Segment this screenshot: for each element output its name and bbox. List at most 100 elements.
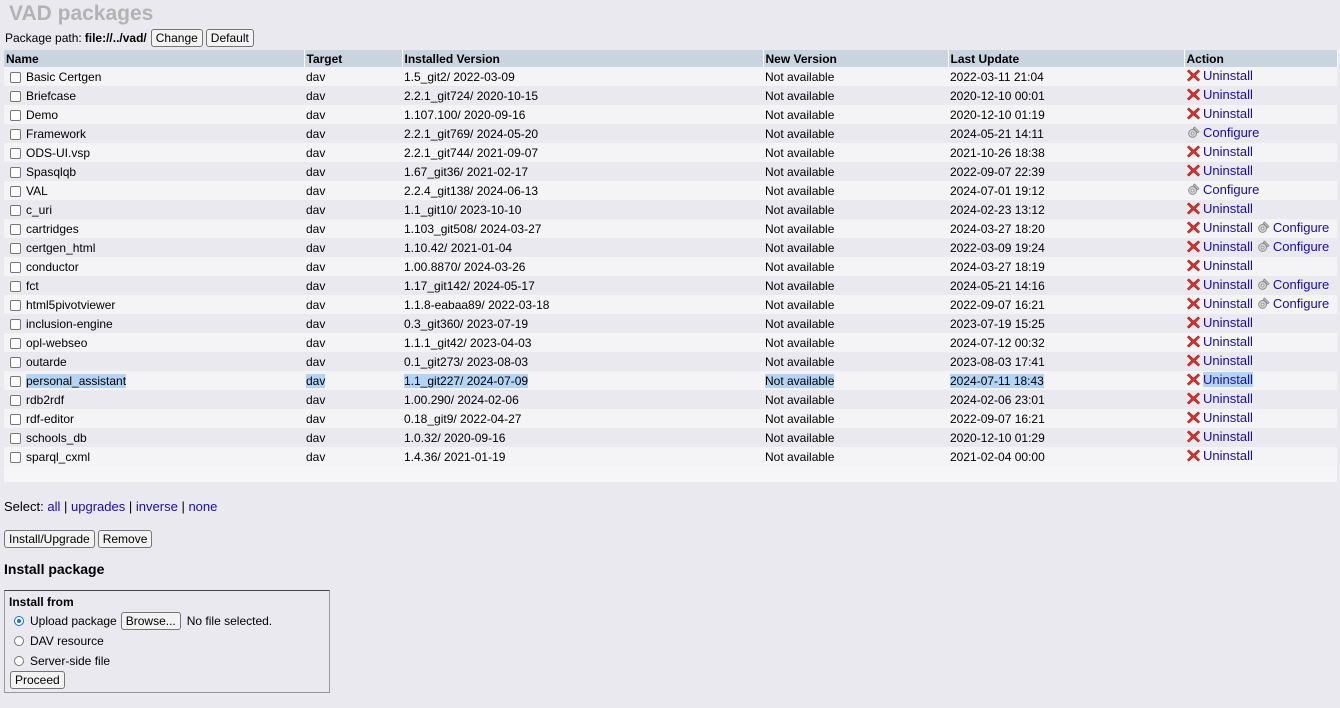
red-x-icon[interactable] <box>1186 144 1201 159</box>
dav-resource-option[interactable]: DAV resource <box>9 631 325 651</box>
dav-resource-radio[interactable] <box>14 636 24 646</box>
change-path-button[interactable]: Change <box>150 29 203 47</box>
uninstall-link[interactable]: Uninstall <box>1203 410 1253 425</box>
red-x-icon[interactable] <box>1186 87 1201 102</box>
uninstall-link[interactable]: Uninstall <box>1203 448 1253 463</box>
row-checkbox[interactable] <box>10 356 21 368</box>
gear-icon[interactable] <box>1186 182 1201 197</box>
row-checkbox[interactable] <box>10 413 21 425</box>
default-path-button[interactable]: Default <box>205 29 254 47</box>
uninstall-link[interactable]: Uninstall <box>1203 220 1253 235</box>
red-x-icon[interactable] <box>1186 353 1201 368</box>
row-checkbox[interactable] <box>10 166 21 178</box>
red-x-icon[interactable] <box>1186 68 1201 83</box>
gear-icon[interactable] <box>1256 296 1271 311</box>
server-side-file-option[interactable]: Server-side file <box>9 651 325 671</box>
red-x-icon[interactable] <box>1186 315 1201 330</box>
row-checkbox[interactable] <box>10 432 21 444</box>
last-update-cell: 2024-07-12 00:32 <box>948 333 1184 352</box>
configure-link[interactable]: Configure <box>1273 296 1329 311</box>
gear-icon[interactable] <box>1256 239 1271 254</box>
uninstall-link[interactable]: Uninstall <box>1203 106 1253 121</box>
configure-link[interactable]: Configure <box>1273 277 1329 292</box>
upload-package-radio[interactable] <box>14 616 24 626</box>
row-checkbox[interactable] <box>10 204 21 216</box>
row-checkbox[interactable] <box>10 280 21 292</box>
upload-package-option[interactable]: Upload package Browse... No file selecte… <box>9 611 325 631</box>
select-inverse-link[interactable]: inverse <box>136 499 178 514</box>
remove-button[interactable]: Remove <box>97 530 153 548</box>
uninstall-link[interactable]: Uninstall <box>1203 144 1253 159</box>
uninstall-link[interactable]: Uninstall <box>1203 429 1253 444</box>
uninstall-link[interactable]: Uninstall <box>1203 68 1253 83</box>
gear-icon[interactable] <box>1186 125 1201 140</box>
uninstall-link[interactable]: Uninstall <box>1203 353 1253 368</box>
row-checkbox[interactable] <box>10 299 21 311</box>
row-checkbox[interactable] <box>10 242 21 254</box>
uninstall-link[interactable]: Uninstall <box>1203 239 1253 254</box>
gear-icon[interactable] <box>1256 277 1271 292</box>
last-update: 2023-08-03 17:41 <box>950 354 1045 369</box>
red-x-icon[interactable] <box>1186 391 1201 406</box>
uninstall-link[interactable]: Uninstall <box>1203 315 1253 330</box>
uninstall-link[interactable]: Uninstall <box>1203 371 1253 387</box>
uninstall-link[interactable]: Uninstall <box>1203 87 1253 102</box>
uninstall-link[interactable]: Uninstall <box>1203 163 1253 178</box>
red-x-icon[interactable] <box>1186 410 1201 425</box>
table-row: rdf-editor dav 0.18_git9/ 2022-04-27 Not av… <box>4 409 1337 428</box>
red-x-icon[interactable] <box>1186 296 1201 311</box>
column-header-last-update[interactable]: Last Update <box>948 50 1185 67</box>
new-version-cell: Not available <box>763 447 948 466</box>
red-x-icon[interactable] <box>1186 372 1201 387</box>
row-checkbox[interactable] <box>10 394 21 406</box>
select-upgrades-link[interactable]: upgrades <box>71 499 125 514</box>
proceed-button[interactable]: Proceed <box>10 671 65 689</box>
uninstall-link[interactable]: Uninstall <box>1203 277 1253 292</box>
row-checkbox[interactable] <box>10 375 21 387</box>
install-upgrade-button[interactable]: Install/Upgrade <box>4 530 95 548</box>
uninstall-link[interactable]: Uninstall <box>1203 201 1253 216</box>
uninstall-link[interactable]: Uninstall <box>1203 334 1253 349</box>
row-checkbox[interactable] <box>10 318 21 330</box>
configure-link[interactable]: Configure <box>1273 239 1329 254</box>
row-checkbox[interactable] <box>10 451 21 463</box>
package-name-cell: c_uri <box>4 200 304 219</box>
red-x-icon[interactable] <box>1186 239 1201 254</box>
select-all-link[interactable]: all <box>47 499 60 514</box>
configure-link[interactable]: Configure <box>1203 182 1259 197</box>
row-checkbox[interactable] <box>10 90 21 102</box>
row-checkbox[interactable] <box>10 261 21 273</box>
red-x-icon[interactable] <box>1186 201 1201 216</box>
action-cell: Uninstall Configure <box>1184 238 1337 257</box>
row-checkbox[interactable] <box>10 223 21 235</box>
uninstall-link[interactable]: Uninstall <box>1203 296 1253 311</box>
column-header-new-version[interactable]: New Version <box>763 50 949 67</box>
row-checkbox[interactable] <box>10 337 21 349</box>
configure-link[interactable]: Configure <box>1203 125 1259 140</box>
action-cell: Uninstall <box>1184 67 1337 86</box>
configure-link[interactable]: Configure <box>1273 220 1329 235</box>
red-x-icon[interactable] <box>1186 163 1201 178</box>
uninstall-link[interactable]: Uninstall <box>1203 258 1253 273</box>
red-x-icon[interactable] <box>1186 277 1201 292</box>
server-side-file-radio[interactable] <box>14 656 24 666</box>
row-checkbox[interactable] <box>10 71 21 83</box>
red-x-icon[interactable] <box>1186 106 1201 121</box>
column-header-target[interactable]: Target <box>304 50 403 67</box>
select-none-link[interactable]: none <box>188 499 217 514</box>
red-x-icon[interactable] <box>1186 448 1201 463</box>
browse-button[interactable]: Browse... <box>120 612 181 630</box>
row-checkbox[interactable] <box>10 185 21 197</box>
red-x-icon[interactable] <box>1186 429 1201 444</box>
red-x-icon[interactable] <box>1186 258 1201 273</box>
last-update-cell: 2022-03-11 21:04 <box>948 67 1184 86</box>
red-x-icon[interactable] <box>1186 220 1201 235</box>
row-checkbox[interactable] <box>10 109 21 121</box>
column-header-name[interactable]: Name <box>4 50 305 67</box>
row-checkbox[interactable] <box>10 147 21 159</box>
row-checkbox[interactable] <box>10 128 21 140</box>
column-header-installed-version[interactable]: Installed Version <box>402 50 764 67</box>
gear-icon[interactable] <box>1256 220 1271 235</box>
red-x-icon[interactable] <box>1186 334 1201 349</box>
uninstall-link[interactable]: Uninstall <box>1203 391 1253 406</box>
